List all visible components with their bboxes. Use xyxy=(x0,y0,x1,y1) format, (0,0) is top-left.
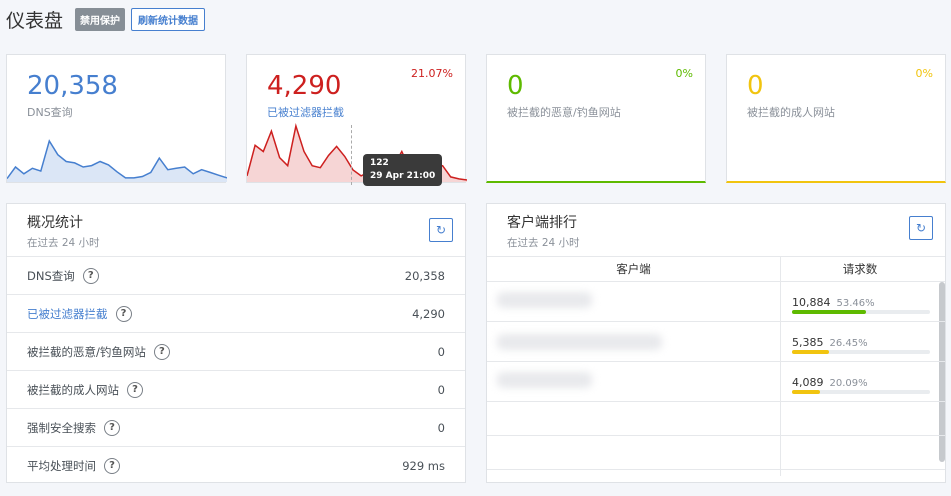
stat-percent: 0% xyxy=(915,67,933,80)
overview-panel: 概况统计 在过去 24 小时 ↻ DNS查询? 20,358 已被过滤器拦截? … xyxy=(6,203,466,483)
request-bar xyxy=(792,390,930,394)
row-value: 20,358 xyxy=(404,268,445,283)
overview-row: 被拦截的恶意/钓鱼网站? 0 xyxy=(7,332,465,370)
request-bar-fill xyxy=(792,350,829,354)
stat-label-link[interactable]: 已被过滤器拦截 xyxy=(267,104,344,120)
help-icon[interactable]: ? xyxy=(153,343,170,360)
hover-line xyxy=(351,125,352,185)
stat-card-blocked: 4,290 已被过滤器拦截 21.07% 122 29 Apr 21:00 xyxy=(246,54,467,186)
overview-refresh-button[interactable]: ↻ xyxy=(429,218,453,242)
stat-card-adult: 0 被拦截的成人网站 0% xyxy=(726,54,946,183)
client-name-redacted xyxy=(497,292,592,308)
refresh-icon: ↻ xyxy=(915,221,927,235)
tooltip-value: 122 xyxy=(370,158,389,168)
row-value: 0 xyxy=(437,420,445,435)
refresh-icon: ↻ xyxy=(435,223,447,237)
stat-percent: 0% xyxy=(675,67,693,80)
overview-header: 概况统计 在过去 24 小时 xyxy=(27,212,100,250)
top-clients-panel: 客户端排行 在过去 24 小时 ↻ 客户端 请求数 10,884 53.46% 5… xyxy=(486,203,946,483)
stat-card-dns: 20,358 DNS查询 xyxy=(6,54,227,183)
stat-percent: 21.07% xyxy=(411,67,453,80)
row-label: DNS查询 xyxy=(27,268,75,283)
panel-title: 客户端排行 xyxy=(507,215,577,231)
refresh-stats-button[interactable]: 刷新统计数据 xyxy=(131,7,206,31)
dns-spark-area xyxy=(7,141,227,182)
help-icon[interactable]: ? xyxy=(104,419,120,436)
stat-label: 被拦截的成人网站 xyxy=(747,106,835,119)
disable-protection-button[interactable]: 禁用保护 xyxy=(75,7,126,31)
row-value: 4,290 xyxy=(412,306,445,321)
column-header-client[interactable]: 客户端 xyxy=(487,257,780,281)
request-percent: 53.46% xyxy=(836,298,875,309)
panel-title: 概况统计 xyxy=(27,215,83,231)
stat-label: DNS查询 xyxy=(27,106,73,119)
row-label: 被拦截的恶意/钓鱼网站 xyxy=(27,344,146,359)
clients-header: 客户端排行 在过去 24 小时 xyxy=(507,212,580,250)
request-bar xyxy=(792,350,930,354)
request-count: 5,385 xyxy=(792,336,824,349)
request-percent: 26.45% xyxy=(829,338,868,349)
row-label: 强制安全搜索 xyxy=(27,420,96,435)
help-icon[interactable]: ? xyxy=(127,381,143,398)
stat-value: 0 xyxy=(507,71,524,101)
request-count: 4,089 xyxy=(792,376,824,389)
clients-refresh-button[interactable]: ↻ xyxy=(909,216,933,240)
overview-row: 平均处理时间? 929 ms xyxy=(7,446,465,484)
table-row-empty xyxy=(487,402,945,436)
request-percent: 20.09% xyxy=(829,378,868,389)
request-bar-fill xyxy=(792,390,820,394)
page-title: 仪表盘 xyxy=(6,9,64,32)
help-icon[interactable]: ? xyxy=(115,305,132,322)
row-label: 平均处理时间 xyxy=(27,458,96,473)
overview-row: 强制安全搜索? 0 xyxy=(7,408,465,446)
panel-subtitle: 在过去 24 小时 xyxy=(507,237,580,249)
stat-value: 4,290 xyxy=(267,71,342,101)
overview-row: 已被过滤器拦截? 4,290 xyxy=(7,294,465,332)
overview-row: DNS查询? 20,358 xyxy=(7,256,465,294)
request-count-cell: 4,089 20.09% xyxy=(792,371,868,390)
overview-row: 被拦截的成人网站? 0 xyxy=(7,370,465,408)
request-count-cell: 5,385 26.45% xyxy=(792,331,868,350)
row-value: 0 xyxy=(437,344,445,359)
help-icon[interactable]: ? xyxy=(104,457,120,474)
table-header: 客户端 请求数 xyxy=(487,256,945,282)
stat-value: 20,358 xyxy=(27,71,118,101)
row-label: 被拦截的成人网站 xyxy=(27,382,119,397)
table-row-empty xyxy=(487,436,945,470)
column-header-requests[interactable]: 请求数 xyxy=(780,257,940,281)
stat-value: 0 xyxy=(747,71,764,101)
stat-label: 被拦截的恶意/钓鱼网站 xyxy=(507,106,621,119)
dns-sparkline xyxy=(7,139,227,182)
stat-card-malware: 0 被拦截的恶意/钓鱼网站 0% xyxy=(486,54,706,183)
table-row[interactable]: 10,884 53.46% xyxy=(487,282,945,322)
row-value: 0 xyxy=(437,382,445,397)
request-bar xyxy=(792,310,930,314)
request-bar-fill xyxy=(792,310,866,314)
panel-subtitle: 在过去 24 小时 xyxy=(27,237,100,249)
table-row[interactable]: 5,385 26.45% xyxy=(487,322,945,362)
client-name-redacted xyxy=(497,372,592,388)
help-icon[interactable]: ? xyxy=(82,267,99,284)
row-label-link[interactable]: 已被过滤器拦截 xyxy=(27,306,108,322)
client-name-redacted xyxy=(497,334,662,350)
table-row[interactable]: 4,089 20.09% xyxy=(487,362,945,402)
row-value: 929 ms xyxy=(402,458,445,473)
chart-tooltip: 122 29 Apr 21:00 xyxy=(363,154,443,186)
request-count-cell: 10,884 53.46% xyxy=(792,291,875,310)
tooltip-time: 29 Apr 21:00 xyxy=(370,171,436,181)
page-header: 仪表盘 禁用保护 刷新统计数据 xyxy=(6,6,206,32)
request-count: 10,884 xyxy=(792,296,831,309)
